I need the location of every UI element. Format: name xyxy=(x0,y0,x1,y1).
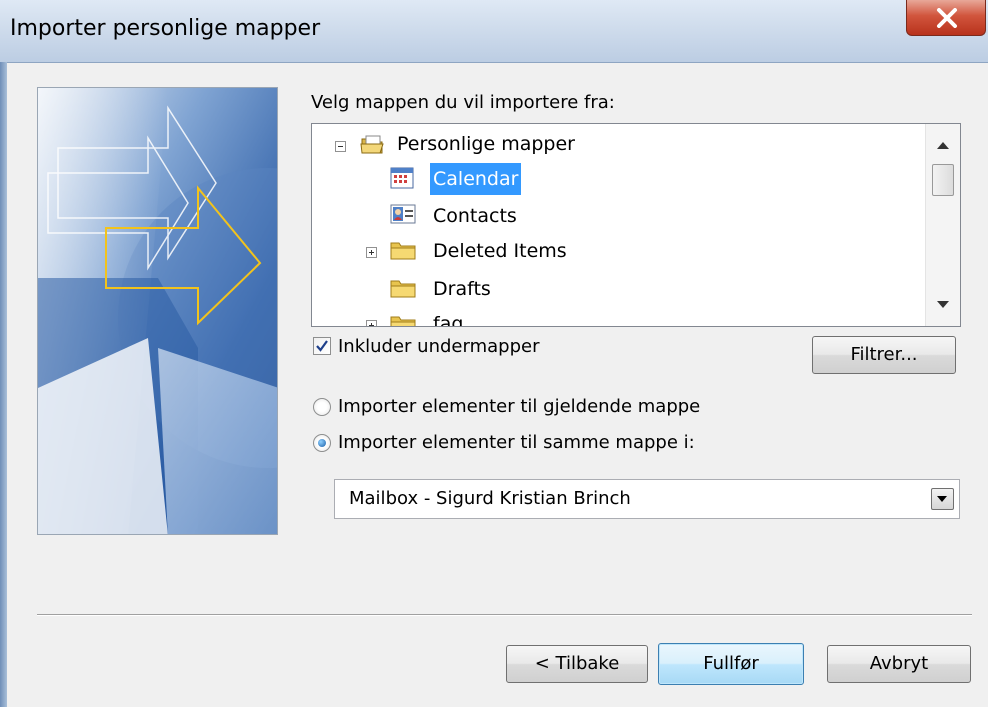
tree-item-calendar[interactable]: Calendar xyxy=(430,163,522,195)
include-subfolders-label[interactable]: Inkluder undermapper xyxy=(338,336,539,357)
folder-icon xyxy=(390,280,416,298)
window-title: Importer personlige mapper xyxy=(10,16,321,41)
scroll-thumb[interactable] xyxy=(932,164,954,196)
import-arrows-illustration xyxy=(38,88,277,534)
title-bar: Importer personlige mapper xyxy=(0,0,988,63)
tree-item-contacts[interactable]: Contacts xyxy=(430,200,520,232)
wizard-banner xyxy=(37,87,278,535)
tree-item-label: fag xyxy=(433,313,464,327)
tree-item-label: Contacts xyxy=(433,205,517,227)
tree-item-label: Calendar xyxy=(430,163,522,195)
tree-item-label: Drafts xyxy=(433,278,491,300)
tree-item-personal-folders[interactable]: Personlige mapper xyxy=(394,128,578,160)
folder-picker-label: Velg mappen du vil importere fra: xyxy=(311,92,615,113)
filter-button[interactable]: Filtrer... xyxy=(812,336,956,374)
footer-separator xyxy=(37,614,972,616)
folder-tree[interactable]: Personlige mapper Calendar Contacts Dele… xyxy=(311,123,961,327)
back-button[interactable]: < Tilbake xyxy=(506,645,648,683)
target-mailbox-value: Mailbox - Sigurd Kristian Brinch xyxy=(349,488,631,509)
scroll-down-icon[interactable] xyxy=(937,301,949,308)
import-to-same-folder-radio[interactable] xyxy=(313,434,331,452)
tree-item-fag[interactable]: fag xyxy=(430,308,466,327)
import-to-current-folder-label[interactable]: Importer elementer til gjeldende mappe xyxy=(338,396,700,417)
folder-icon xyxy=(390,316,416,326)
window-frame-edge xyxy=(0,62,7,707)
contacts-icon xyxy=(390,204,416,224)
scroll-up-icon[interactable] xyxy=(937,142,949,149)
tree-scrollbar[interactable] xyxy=(925,124,960,326)
chevron-down-icon[interactable] xyxy=(931,488,954,510)
tree-item-drafts[interactable]: Drafts xyxy=(430,273,494,305)
tree-item-label: Deleted Items xyxy=(433,240,567,262)
target-mailbox-select[interactable]: Mailbox - Sigurd Kristian Brinch xyxy=(334,479,960,519)
personal-folders-icon xyxy=(360,135,384,154)
collapse-toggle[interactable] xyxy=(335,141,346,152)
expand-toggle[interactable] xyxy=(366,247,377,258)
checkmark-icon xyxy=(316,340,328,352)
folder-icon xyxy=(390,242,416,260)
close-button[interactable] xyxy=(906,0,986,36)
include-subfolders-checkbox[interactable] xyxy=(313,337,331,355)
finish-button[interactable]: Fullfør xyxy=(658,643,804,685)
calendar-icon xyxy=(390,167,414,189)
close-icon xyxy=(937,8,957,28)
cancel-button[interactable]: Avbryt xyxy=(827,645,971,683)
expand-toggle[interactable] xyxy=(366,320,377,326)
import-to-current-folder-radio[interactable] xyxy=(313,398,331,416)
tree-item-label: Personlige mapper xyxy=(397,133,575,155)
import-to-same-folder-label[interactable]: Importer elementer til samme mappe i: xyxy=(338,432,695,453)
tree-item-deleted-items[interactable]: Deleted Items xyxy=(430,235,570,267)
